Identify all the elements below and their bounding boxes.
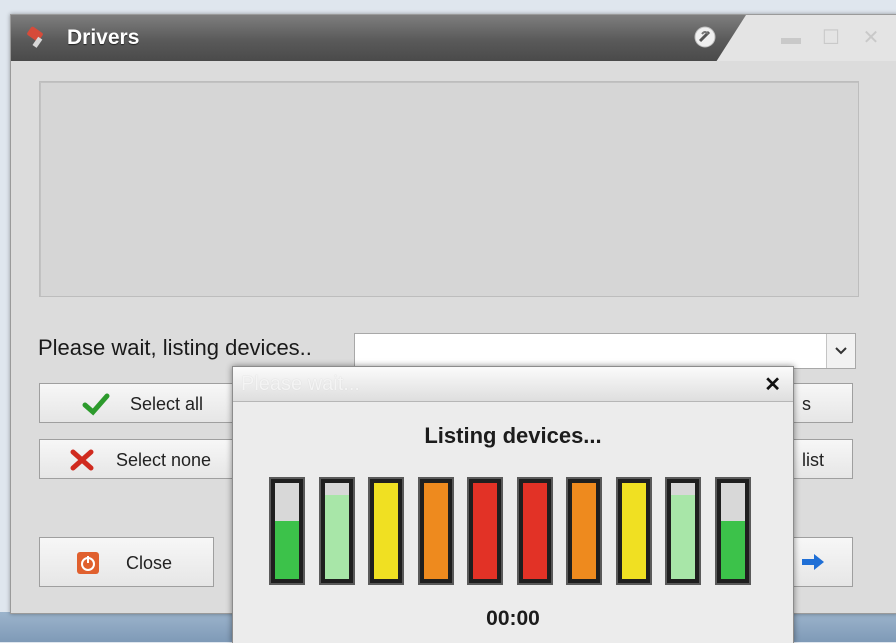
select-none-label: Select none <box>116 450 212 470</box>
close-label: Close <box>126 553 173 573</box>
level-bar-8 <box>615 477 652 585</box>
dialog-title-bar: Please wait... ✕ <box>233 367 793 402</box>
red-x-icon <box>70 449 94 476</box>
level-bar-1 <box>269 477 305 585</box>
right-action-label-top: s <box>802 394 811 414</box>
arrow-right-icon <box>800 552 826 577</box>
device-combo[interactable] <box>354 333 856 369</box>
power-icon <box>76 551 100 580</box>
help-icon[interactable] <box>693 25 717 49</box>
maximize-icon[interactable]: ☐ <box>819 27 843 49</box>
level-bar-7 <box>566 477 602 585</box>
level-bar-9 <box>665 477 701 585</box>
title-bar: Drivers ▬ ☐ ✕ <box>11 15 896 61</box>
level-bar-4 <box>417 477 454 585</box>
level-bar-10 <box>714 477 751 585</box>
window-title: Drivers <box>67 26 140 49</box>
dropdown-icon[interactable] <box>826 334 855 368</box>
status-label: Please wait, listing devices.. <box>38 335 312 360</box>
level-bar-6 <box>516 477 553 585</box>
select-all-label: Select all <box>130 394 204 414</box>
close-button[interactable]: Close <box>39 537 214 587</box>
checkmark-icon <box>82 392 110 421</box>
minimize-icon[interactable]: ▬ <box>779 27 803 49</box>
dialog-message: Listing devices... <box>424 423 602 448</box>
close-icon[interactable]: ✕ <box>859 27 883 49</box>
app-icon <box>25 25 49 49</box>
dialog-close-icon[interactable]: ✕ <box>764 372 781 397</box>
elapsed-timer: 00:00 <box>486 607 540 630</box>
level-bar-5 <box>467 477 503 585</box>
please-wait-dialog: Please wait... ✕ Listing devices... 00:0… <box>232 366 794 643</box>
dialog-title: Please wait... <box>241 373 360 395</box>
level-bar-3 <box>368 477 404 585</box>
level-bar-2 <box>318 477 355 585</box>
device-list[interactable] <box>39 81 859 297</box>
right-action-label-mid: list <box>802 450 824 470</box>
